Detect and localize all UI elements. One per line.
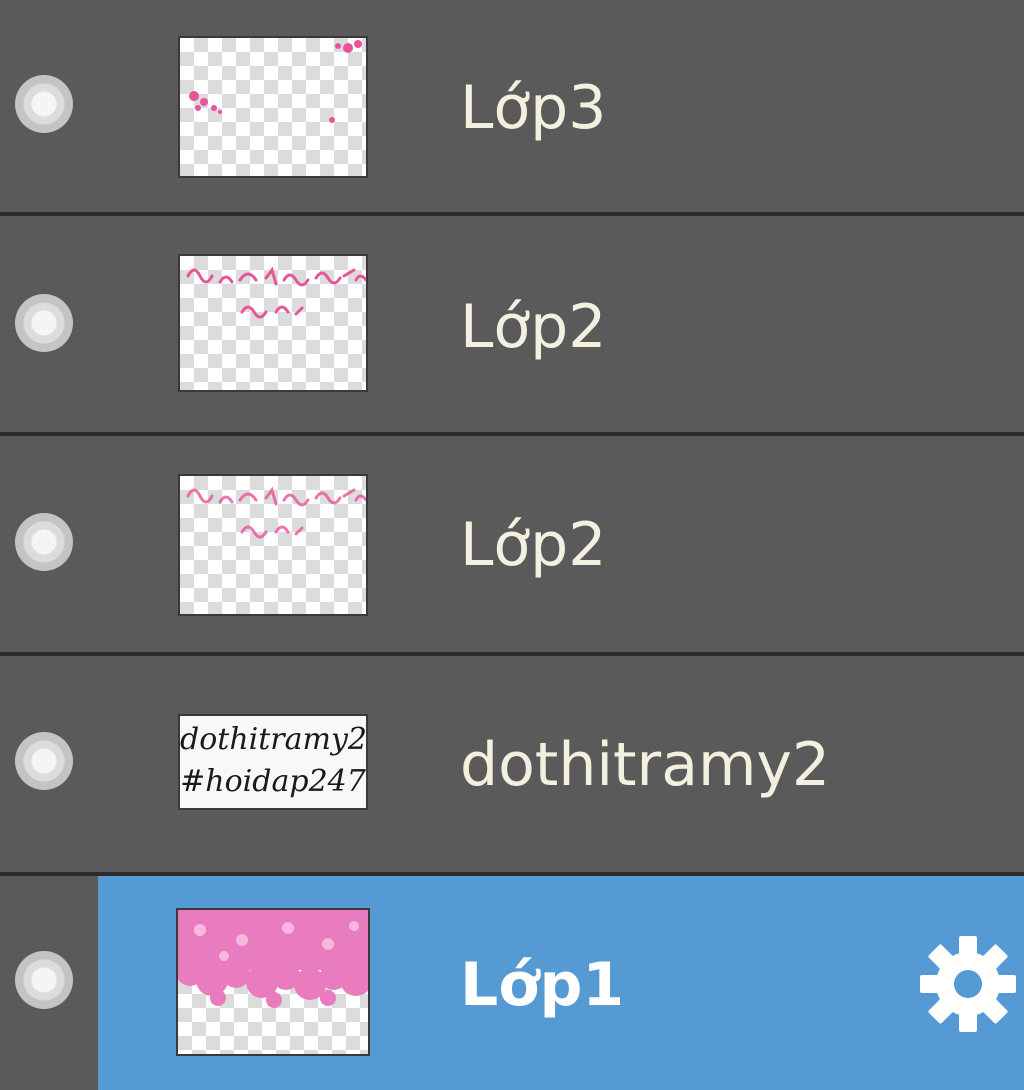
layer-name[interactable]: Lớp1 xyxy=(460,950,624,1020)
pink-flowers-icon xyxy=(178,910,368,1008)
thumbnail-text-line: #hoidap247 xyxy=(180,764,366,799)
visibility-toggle-icon[interactable] xyxy=(15,294,73,352)
pink-handwriting-icon xyxy=(186,266,366,319)
layer-name[interactable]: Lớp2 xyxy=(460,510,606,580)
visibility-toggle-icon[interactable] xyxy=(15,732,73,790)
pink-sparkle-icon xyxy=(189,40,362,123)
visibility-toggle-icon[interactable] xyxy=(15,513,73,571)
layer-thumbnail xyxy=(176,908,370,1056)
layer-thumbnail xyxy=(178,254,368,392)
pink-handwriting-icon xyxy=(186,486,366,539)
layer-name[interactable]: Lớp2 xyxy=(460,292,606,362)
layer-thumbnail xyxy=(178,474,368,616)
visibility-toggle-icon[interactable] xyxy=(15,75,73,133)
layer-name[interactable]: Lớp3 xyxy=(460,73,606,143)
layer-thumbnail: dothitramy2 #hoidap247 xyxy=(178,714,368,810)
layer-name[interactable]: dothitramy2 xyxy=(460,730,830,800)
gear-icon[interactable] xyxy=(918,934,1018,1034)
visibility-toggle-icon[interactable] xyxy=(15,951,73,1009)
thumbnail-text-line: dothitramy2 xyxy=(180,722,366,757)
layer-thumbnail xyxy=(178,36,368,178)
layers-panel: Lớp3 Lớp2 Lớp2 dothitramy2 #hoidap247 do… xyxy=(0,0,1024,1090)
